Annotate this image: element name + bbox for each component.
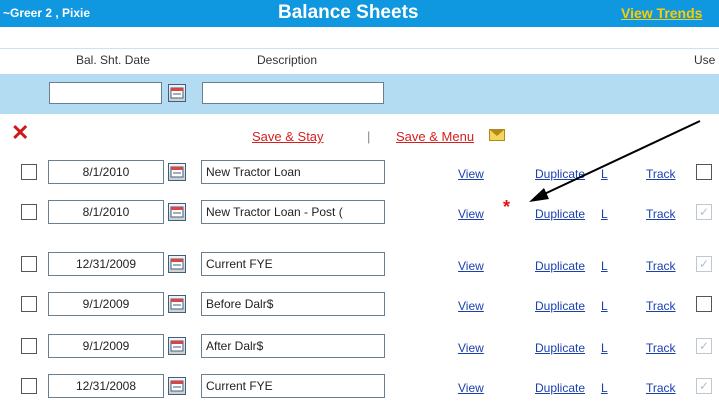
use-checkbox: ✓ [696,256,712,272]
description-field[interactable]: Current FYE [201,374,385,398]
action-separator: | [367,129,371,144]
l-link[interactable]: L [601,167,608,181]
mail-icon[interactable] [489,129,505,141]
column-header-use: Use [694,53,716,67]
use-checkbox: ✓ [696,204,712,220]
calendar-icon[interactable] [168,255,186,273]
date-field[interactable]: 8/1/2010 [48,160,164,184]
date-field[interactable]: 9/1/2009 [48,292,164,316]
new-date-input[interactable] [49,82,162,104]
track-link[interactable]: Track [646,207,676,221]
new-date-calendar-icon[interactable] [168,84,186,102]
save-menu-button[interactable]: Save & Menu [396,129,474,144]
view-link[interactable]: View [458,207,484,221]
description-field[interactable]: Before Dalr$ [201,292,385,316]
use-checkbox: ✓ [696,378,712,394]
view-link[interactable]: View [458,341,484,355]
view-link[interactable]: View [458,167,484,181]
use-checkbox[interactable] [696,296,712,312]
star-marker: * [503,197,511,217]
duplicate-link[interactable]: Duplicate [535,299,585,313]
track-link[interactable]: Track [646,259,676,273]
use-checkbox[interactable] [696,164,712,180]
view-link[interactable]: View [458,299,484,313]
duplicate-link[interactable]: Duplicate [535,259,585,273]
date-field[interactable]: 9/1/2009 [48,334,164,358]
redaction-box [611,148,643,411]
date-field[interactable]: 12/31/2009 [48,252,164,276]
calendar-icon[interactable] [168,337,186,355]
save-stay-button[interactable]: Save & Stay [252,129,324,144]
calendar-icon[interactable] [168,203,186,221]
duplicate-link[interactable]: Duplicate [535,341,585,355]
description-field[interactable]: After Dalr$ [201,334,385,358]
track-link[interactable]: Track [646,167,676,181]
page-title: Balance Sheets [278,2,419,23]
description-field[interactable]: Current FYE [201,252,385,276]
track-link[interactable]: Track [646,299,676,313]
select-checkbox[interactable] [21,204,37,220]
new-entry-band [0,74,719,114]
track-link[interactable]: Track [646,341,676,355]
date-field[interactable]: 8/1/2010 [48,200,164,224]
view-trends-link[interactable]: View Trends [621,5,702,21]
client-name: ~Greer 2 , Pixie [3,6,91,20]
select-checkbox[interactable] [21,256,37,272]
duplicate-link[interactable]: Duplicate [535,381,585,395]
view-link[interactable]: View [458,259,484,273]
l-link[interactable]: L [601,259,608,273]
l-link[interactable]: L [601,341,608,355]
duplicate-link[interactable]: Duplicate [535,207,585,221]
date-field[interactable]: 12/31/2008 [48,374,164,398]
use-checkbox: ✓ [696,338,712,354]
select-checkbox[interactable] [21,378,37,394]
track-link[interactable]: Track [646,381,676,395]
l-link[interactable]: L [601,207,608,221]
select-checkbox[interactable] [21,296,37,312]
new-description-input[interactable] [202,82,384,104]
select-checkbox[interactable] [21,338,37,354]
calendar-icon[interactable] [168,163,186,181]
l-link[interactable]: L [601,299,608,313]
l-link[interactable]: L [601,381,608,395]
app-header: ~Greer 2 , Pixie Balance Sheets View Tre… [0,0,719,27]
select-checkbox[interactable] [21,164,37,180]
delete-icon[interactable]: ✕ [11,122,29,144]
view-link[interactable]: View [458,381,484,395]
column-header-description: Description [257,53,318,67]
column-header-row: Bal. Sht. Date Description Use [0,48,719,74]
description-field[interactable]: New Tractor Loan [201,160,385,184]
description-field[interactable]: New Tractor Loan - Post ( [201,200,385,224]
column-header-date: Bal. Sht. Date [76,53,151,67]
calendar-icon[interactable] [168,377,186,395]
duplicate-link[interactable]: Duplicate [535,167,585,181]
action-bar: ✕ Save & Stay | Save & Menu [0,119,719,151]
calendar-icon[interactable] [168,295,186,313]
